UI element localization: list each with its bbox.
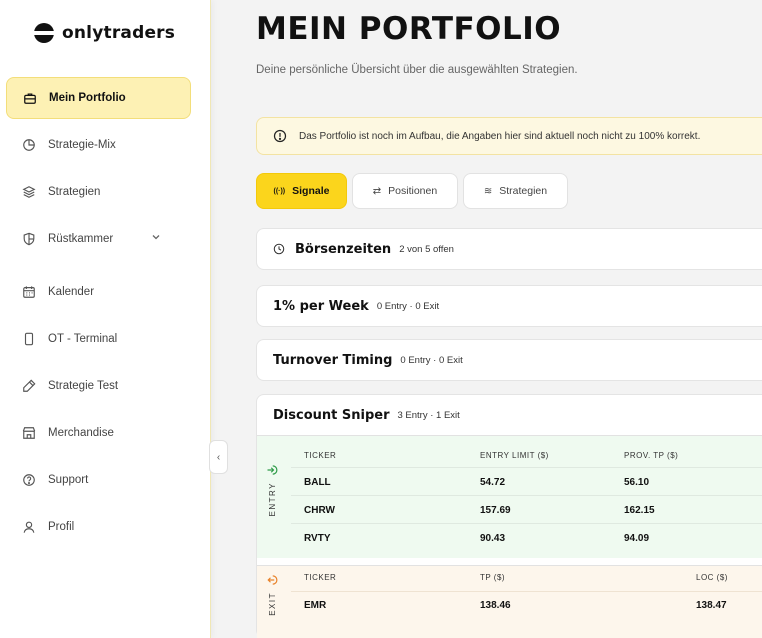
help-circle-icon [22,473,36,487]
layers-icon: ≋ [483,185,493,197]
sidebar-item-label: Strategie-Mix [48,139,116,151]
exit-label: EXIT [257,574,287,616]
column-header: TP ($) [480,573,506,582]
exit-text: EXIT [267,592,277,616]
column-header: PROV. TP ($) [624,451,679,460]
info-alert: Das Portfolio ist noch im Aufbau, die An… [256,117,762,155]
sidebar-item-label: Mein Portfolio [49,92,126,104]
sidebar: onlytraders Mein Portfolio Strategie-Mix… [0,0,211,638]
sidebar-item-merchandise[interactable]: Merchandise [6,412,191,454]
logout-icon [267,575,278,585]
sidebar-item-label: Strategie Test [48,380,119,392]
card-title: Turnover Timing [273,352,393,368]
signal-icon: ((·)) [273,187,286,195]
sidebar-item-label: Kalender [48,286,95,298]
calendar-icon [22,285,36,299]
page-title: MEIN PORTFOLIO [256,11,562,47]
card-meta: 3 Entry · 1 Exit [397,409,460,421]
sidebar-nav: Mein Portfolio Strategie-Mix Strategien … [6,77,191,553]
sidebar-item-label: Support [48,474,89,486]
login-icon [267,465,278,475]
tab-signale[interactable]: ((·)) Signale [256,173,347,209]
card-meta: 2 von 5 offen [399,243,454,255]
card-meta: 0 Entry · 0 Exit [400,354,463,366]
tab-label: Signale [292,185,330,197]
logo-text: onlytraders [62,23,176,43]
ticker-cell[interactable]: EMR [304,600,326,611]
alert-text: Das Portfolio ist noch im Aufbau, die An… [299,130,701,142]
sidebar-item-kalender[interactable]: Kalender [6,271,191,313]
shield-icon [22,232,36,246]
flask-icon [22,379,36,393]
entry-limit-cell: 54.72 [480,477,506,488]
ticker-cell[interactable]: CHRW [304,505,335,516]
sidebar-item-strategie-test[interactable]: Strategie Test [6,365,191,407]
chevron-down-icon[interactable] [151,232,161,242]
clock-icon [273,243,285,255]
column-header: TICKER [304,451,337,460]
sidebar-item-label: Rüstkammer [48,233,114,245]
sidebar-item-label: OT - Terminal [48,333,118,345]
briefcase-icon [23,91,37,105]
tab-strategien[interactable]: ≋ Strategien [463,173,568,209]
column-header: TICKER [304,573,337,582]
strategy-card[interactable]: Turnover Timing 0 Entry · 0 Exit [256,339,762,381]
card-title: 1% per Week [273,298,369,314]
store-icon [22,426,36,440]
tp-cell: 138.46 [480,600,511,611]
user-icon [22,520,36,534]
prov-tp-cell: 162.15 [624,505,655,516]
layers-icon [22,185,36,199]
prov-tp-cell: 56.10 [624,477,650,488]
sidebar-item-profil[interactable]: Profil [6,506,191,548]
page-subtitle: Deine persönliche Übersicht über die aus… [256,64,578,76]
ticker-cell[interactable]: RVTY [304,533,331,544]
entry-limit-cell: 157.69 [480,505,511,516]
tab-label: Strategien [499,185,548,197]
exit-signals: EXIT TICKER TP ($) LOC ($) EMR 138.46 13… [257,565,762,638]
tab-positionen[interactable]: ⇄ Positionen [352,173,458,209]
sidebar-item-strategien[interactable]: Strategien [6,171,191,213]
card-title: Börsenzeiten [295,241,392,257]
pie-chart-icon [22,138,36,152]
entry-signals: ENTRY TICKER ENTRY LIMIT ($) PROV. TP ($… [257,435,762,558]
card-title: Discount Sniper [273,407,390,423]
entry-text: ENTRY [267,482,277,517]
entry-limit-cell: 90.43 [480,533,506,544]
sidebar-item-label: Profil [48,521,75,533]
swap-icon: ⇄ [372,185,382,197]
strategy-card[interactable]: 1% per Week 0 Entry · 0 Exit [256,285,762,327]
view-tabs: ((·)) Signale ⇄ Positionen ≋ Strategien [256,173,568,209]
logo-icon [33,23,55,43]
tab-label: Positionen [388,185,438,197]
entry-label: ENTRY [257,464,287,516]
sidebar-item-label: Strategien [48,186,101,198]
card-meta: 0 Entry · 0 Exit [376,300,440,312]
main-content: MEIN PORTFOLIO Deine persönliche Übersic… [211,0,762,638]
market-hours-card[interactable]: Börsenzeiten 2 von 5 offen [256,228,762,270]
logo[interactable]: onlytraders [33,23,176,43]
loc-cell: 138.47 [696,600,727,611]
prov-tp-cell: 94.09 [624,533,650,544]
alert-circle-icon [273,129,287,143]
sidebar-item-ot-terminal[interactable]: OT - Terminal [6,318,191,360]
sidebar-item-support[interactable]: Support [6,459,191,501]
sidebar-item-label: Merchandise [48,427,114,439]
sidebar-item-ruestkammer[interactable]: Rüstkammer [6,218,191,260]
sidebar-item-mein-portfolio[interactable]: Mein Portfolio [6,77,191,119]
strategy-card[interactable]: Discount Sniper 3 Entry · 1 Exit ENTRY T… [256,394,762,638]
phone-icon [22,332,36,346]
sidebar-item-strategie-mix[interactable]: Strategie-Mix [6,124,191,166]
ticker-cell[interactable]: BALL [304,477,331,488]
column-header: LOC ($) [696,573,728,582]
column-header: ENTRY LIMIT ($) [480,451,549,460]
